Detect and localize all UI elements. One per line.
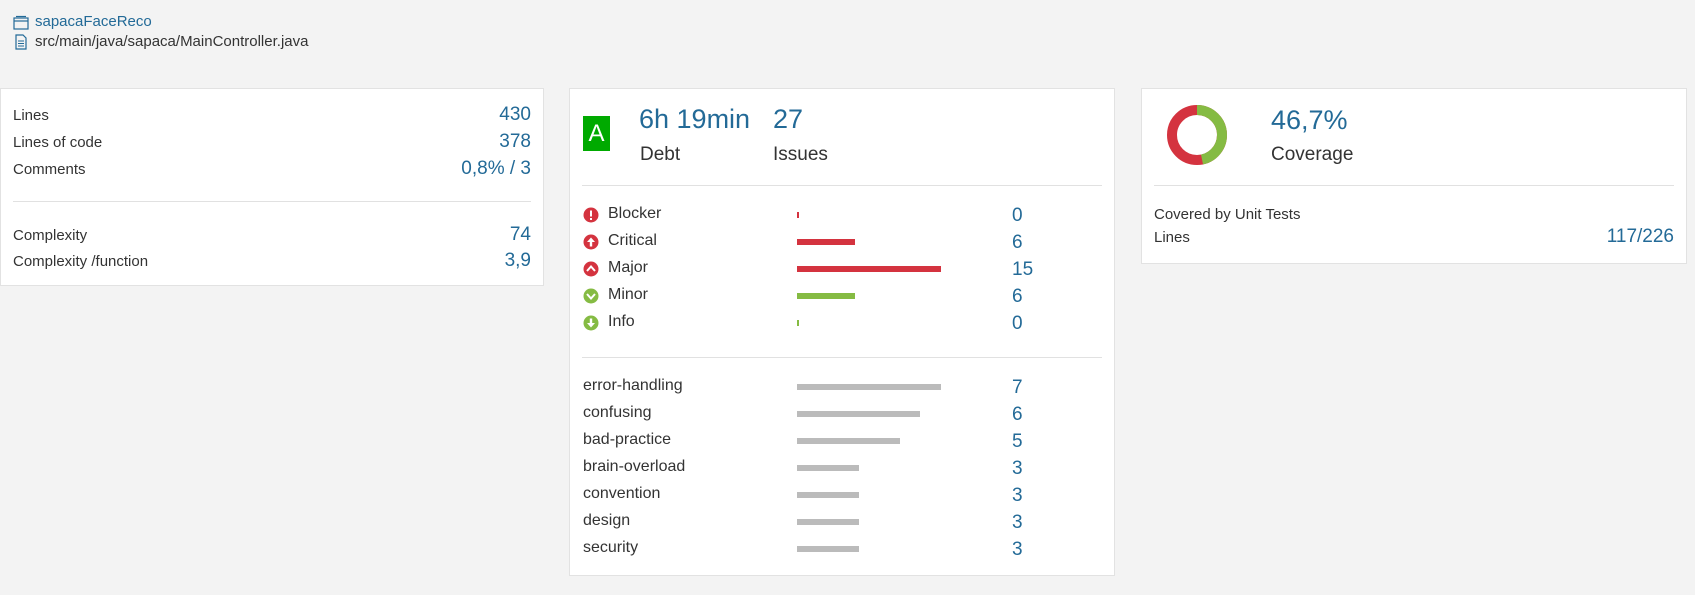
size-card: Lines 430 Lines of code 378 Comments 0,8… bbox=[0, 88, 544, 286]
lines-value[interactable]: 430 bbox=[499, 104, 531, 126]
unit-tests-label: Covered by Unit Tests bbox=[1154, 206, 1301, 223]
severity-row-major[interactable]: Major 15 bbox=[583, 257, 1053, 283]
divider bbox=[582, 185, 1102, 186]
project-icon bbox=[13, 15, 29, 30]
severity-count[interactable]: 6 bbox=[1012, 286, 1023, 308]
severity-count[interactable]: 15 bbox=[1012, 259, 1033, 281]
coverage-donut[interactable] bbox=[1166, 104, 1228, 166]
severity-label: Major bbox=[608, 259, 649, 276]
severity-bar bbox=[797, 320, 799, 326]
tag-label: design bbox=[583, 512, 631, 529]
comments-value[interactable]: 0,8% / 3 bbox=[461, 158, 531, 180]
issues-label: Issues bbox=[773, 144, 828, 165]
divider bbox=[1154, 185, 1674, 186]
coverage-card: 46,7% Coverage Covered by Unit Tests Lin… bbox=[1141, 88, 1687, 264]
tag-bar bbox=[797, 519, 859, 525]
tag-label: error-handling bbox=[583, 377, 683, 394]
tag-row[interactable]: error-handling 7 bbox=[583, 375, 1053, 401]
severity-bar bbox=[797, 212, 799, 218]
complexity-function-row: Complexity /function 3,9 bbox=[13, 248, 531, 274]
issues-card: A 6h 19min Debt 27 Issues Blocker 0 Critic… bbox=[569, 88, 1115, 576]
severity-label: Minor bbox=[608, 286, 649, 303]
tag-count[interactable]: 3 bbox=[1012, 485, 1023, 507]
severity-label: Blocker bbox=[608, 205, 662, 222]
tag-bar bbox=[797, 438, 900, 444]
tag-bar bbox=[797, 546, 859, 552]
tag-row[interactable]: convention 3 bbox=[583, 483, 1053, 509]
complexity-row: Complexity 74 bbox=[13, 222, 531, 248]
tag-row[interactable]: confusing 6 bbox=[583, 402, 1053, 428]
tag-label: bad-practice bbox=[583, 431, 672, 448]
loc-value[interactable]: 378 bbox=[499, 131, 531, 153]
severity-count[interactable]: 6 bbox=[1012, 232, 1023, 254]
coverage-label: Coverage bbox=[1271, 144, 1354, 165]
major-icon bbox=[583, 261, 599, 277]
coverage-value[interactable]: 46,7% bbox=[1271, 105, 1348, 136]
complexity-label: Complexity bbox=[13, 226, 88, 244]
covered-lines-value[interactable]: 117/226 bbox=[1607, 226, 1674, 248]
loc-row: Lines of code 378 bbox=[13, 129, 531, 155]
divider bbox=[13, 201, 531, 202]
breadcrumb-file: src/main/java/sapaca/MainController.java bbox=[13, 32, 308, 52]
covered-lines-label: Lines bbox=[1154, 228, 1190, 246]
debt-label: Debt bbox=[640, 144, 681, 165]
tag-label: convention bbox=[583, 485, 661, 502]
comments-row: Comments 0,8% / 3 bbox=[13, 156, 531, 182]
debt-value[interactable]: 6h 19min bbox=[639, 104, 750, 135]
tag-row[interactable]: brain-overload 3 bbox=[583, 456, 1053, 482]
lines-label: Lines bbox=[13, 106, 49, 124]
tag-count[interactable]: 5 bbox=[1012, 431, 1023, 453]
severity-bar bbox=[797, 239, 855, 245]
sqale-rating-badge[interactable]: A bbox=[583, 116, 610, 151]
tag-bar bbox=[797, 411, 920, 417]
file-path: src/main/java/sapaca/MainController.java bbox=[35, 33, 309, 50]
minor-icon bbox=[583, 288, 599, 304]
tag-count[interactable]: 6 bbox=[1012, 404, 1023, 426]
critical-icon bbox=[583, 234, 599, 250]
tag-count[interactable]: 3 bbox=[1012, 539, 1023, 561]
tag-bar bbox=[797, 465, 859, 471]
tag-bar bbox=[797, 384, 941, 390]
covered-lines-row: Lines 117/226 bbox=[1154, 224, 1674, 250]
severity-row-critical[interactable]: Critical 6 bbox=[583, 230, 1053, 256]
tag-row[interactable]: security 3 bbox=[583, 537, 1053, 563]
severity-label: Critical bbox=[608, 232, 657, 249]
tag-count[interactable]: 3 bbox=[1012, 458, 1023, 480]
comments-label: Comments bbox=[13, 160, 86, 178]
severity-count[interactable]: 0 bbox=[1012, 313, 1023, 335]
complexity-value[interactable]: 74 bbox=[510, 224, 531, 246]
tag-row[interactable]: bad-practice 5 bbox=[583, 429, 1053, 455]
severity-bar bbox=[797, 266, 941, 272]
loc-label: Lines of code bbox=[13, 133, 103, 151]
issues-value[interactable]: 27 bbox=[773, 104, 803, 135]
severity-row-minor[interactable]: Minor 6 bbox=[583, 284, 1053, 310]
divider bbox=[582, 357, 1102, 358]
project-link[interactable]: sapacaFaceReco bbox=[35, 12, 152, 32]
breadcrumb: sapacaFaceReco src/main/java/sapaca/Main… bbox=[13, 12, 308, 52]
complexity-function-value[interactable]: 3,9 bbox=[505, 250, 531, 272]
tag-label: brain-overload bbox=[583, 458, 686, 475]
severity-count[interactable]: 0 bbox=[1012, 205, 1023, 227]
lines-row: Lines 430 bbox=[13, 102, 531, 128]
severity-row-info[interactable]: Info 0 bbox=[583, 311, 1053, 337]
tag-row[interactable]: design 3 bbox=[583, 510, 1053, 536]
complexity-function-label: Complexity /function bbox=[13, 252, 149, 270]
tag-label: security bbox=[583, 539, 639, 556]
severity-row-blocker[interactable]: Blocker 0 bbox=[583, 203, 1053, 229]
tag-label: confusing bbox=[583, 404, 652, 421]
severity-bar bbox=[797, 293, 855, 299]
file-icon bbox=[15, 34, 27, 50]
info-icon bbox=[583, 315, 599, 331]
breadcrumb-project[interactable]: sapacaFaceReco bbox=[13, 12, 308, 32]
severity-label: Info bbox=[608, 313, 635, 330]
blocker-icon bbox=[583, 207, 599, 223]
tag-count[interactable]: 7 bbox=[1012, 377, 1023, 399]
tag-count[interactable]: 3 bbox=[1012, 512, 1023, 534]
tag-bar bbox=[797, 492, 859, 498]
